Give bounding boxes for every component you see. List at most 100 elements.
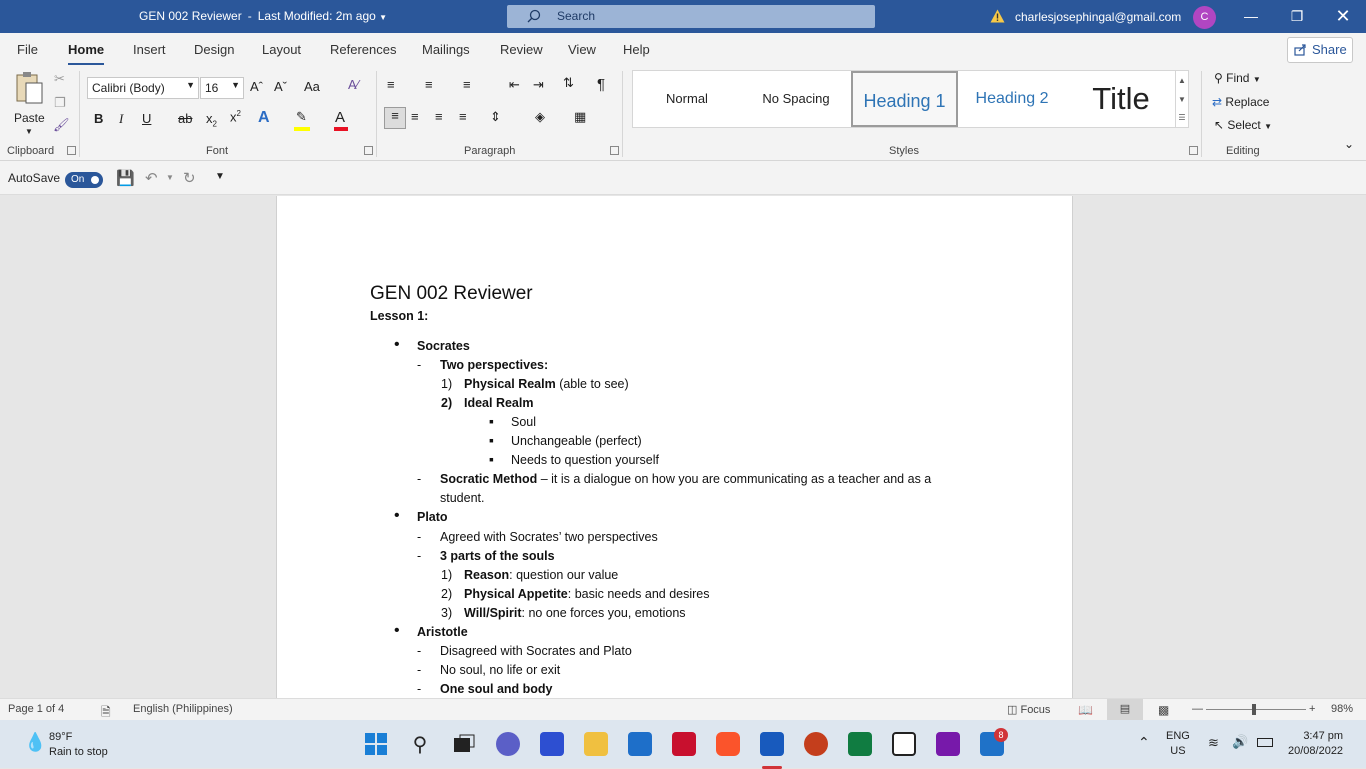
list-item[interactable]: Agreed with Socrates’ two perspectives <box>440 530 658 544</box>
chevron-up-icon[interactable]: ▲ <box>1176 71 1188 90</box>
zoom-in-icon[interactable]: + <box>1309 703 1315 715</box>
bold-button[interactable]: B <box>94 111 103 126</box>
tab-help[interactable]: Help <box>623 42 650 57</box>
copy-icon[interactable]: ❐ <box>54 95 66 111</box>
list-item[interactable]: Soul <box>511 415 536 429</box>
notion-icon[interactable] <box>892 732 916 756</box>
antivirus-icon[interactable] <box>672 732 696 756</box>
word-icon[interactable] <box>760 732 784 769</box>
store-icon[interactable] <box>628 732 652 756</box>
clear-formatting-icon[interactable]: A⁄ <box>348 77 359 92</box>
tab-home[interactable]: Home <box>68 42 105 66</box>
numbering-icon[interactable]: ≡ <box>425 77 433 92</box>
list-item[interactable]: Socrates <box>417 339 470 353</box>
powerpoint-icon[interactable] <box>804 732 828 756</box>
tab-insert[interactable]: Insert <box>133 42 166 57</box>
list-item[interactable]: Reason: question our value <box>464 568 618 582</box>
increase-indent-icon[interactable]: ⇥ <box>533 77 544 93</box>
styles-scroll[interactable]: ▲ ▼ ☰ <box>1175 70 1189 128</box>
redo-icon[interactable]: ↻ <box>183 169 196 187</box>
list-item[interactable]: Plato <box>417 510 448 524</box>
shading-icon[interactable]: ◈ <box>535 109 545 125</box>
search-icon[interactable]: ⚲ <box>408 732 432 756</box>
battery-icon[interactable] <box>1257 738 1273 747</box>
tab-review[interactable]: Review <box>500 42 543 57</box>
underline-button[interactable]: U <box>142 111 151 126</box>
list-item[interactable]: No soul, no life or exit <box>440 663 560 677</box>
decrease-indent-icon[interactable]: ⇤ <box>509 77 520 93</box>
save-icon[interactable]: 💾 <box>116 169 135 187</box>
multilevel-list-icon[interactable]: ≡ <box>463 77 471 92</box>
tab-references[interactable]: References <box>330 42 396 57</box>
superscript-button[interactable]: x2 <box>230 109 241 124</box>
align-left-icon[interactable]: ≡ <box>384 107 406 129</box>
chevron-down-icon[interactable]: ▼ <box>166 173 174 182</box>
autosave-toggle[interactable]: On <box>65 172 103 188</box>
paragraph-launcher-icon[interactable] <box>610 146 619 155</box>
font-launcher-icon[interactable] <box>364 146 373 155</box>
more-styles-icon[interactable]: ☰ <box>1176 109 1188 127</box>
list-item[interactable]: One soul and body <box>440 682 553 696</box>
avatar[interactable]: C <box>1193 6 1216 29</box>
chevron-up-icon[interactable]: ⌃ <box>1138 734 1150 751</box>
language[interactable]: English (Philippines) <box>133 703 233 715</box>
zoom-out-icon[interactable]: — <box>1192 703 1203 715</box>
list-item[interactable]: Two perspectives: <box>440 358 548 372</box>
bullets-icon[interactable]: ≡ <box>387 77 395 92</box>
list-item[interactable]: Ideal Realm <box>464 396 533 410</box>
paste-button[interactable]: Paste ▼ <box>10 71 50 137</box>
tab-view[interactable]: View <box>568 42 596 57</box>
tab-mailings[interactable]: Mailings <box>422 42 470 57</box>
print-layout-icon[interactable]: ▤ <box>1107 699 1143 720</box>
clipboard-launcher-icon[interactable] <box>67 146 76 155</box>
close-button[interactable]: ✕ <box>1320 0 1366 33</box>
excel-icon[interactable] <box>848 732 872 756</box>
task-view-icon[interactable] <box>452 732 476 756</box>
volume-icon[interactable]: 🔊 <box>1232 734 1248 750</box>
shrink-font-button[interactable]: Aˇ <box>274 79 287 94</box>
pilcrow-icon[interactable]: ¶ <box>597 76 605 93</box>
font-family-select[interactable]: Calibri (Body) ▼ <box>87 77 199 99</box>
collapse-ribbon-icon[interactable]: ⌄ <box>1344 137 1354 151</box>
style-heading-1[interactable]: Heading 1 <box>851 71 958 127</box>
lesson-label[interactable]: Lesson 1: <box>370 309 428 323</box>
cut-icon[interactable]: ✂ <box>54 71 65 87</box>
list-item[interactable]: Aristotle <box>417 625 468 639</box>
wifi-icon[interactable]: ≋ <box>1208 735 1219 751</box>
find-button[interactable]: ⚲ Find ▼ <box>1214 71 1261 85</box>
style-no-spacing[interactable]: No Spacing <box>741 71 851 127</box>
tab-design[interactable]: Design <box>194 42 234 57</box>
weather-widget[interactable]: 89°F Rain to stop <box>49 730 108 760</box>
chevron-down-icon[interactable]: ▼ <box>1176 90 1188 109</box>
replace-button[interactable]: ⇄ Replace <box>1212 95 1269 109</box>
font-size-select[interactable]: 16 ▼ <box>200 77 244 99</box>
borders-icon[interactable]: ▦ <box>574 109 586 125</box>
style-normal[interactable]: Normal <box>633 71 741 127</box>
brave-browser-icon[interactable] <box>716 732 740 756</box>
clock[interactable]: 3:47 pm 20/08/2022 <box>1288 729 1343 759</box>
document-heading[interactable]: GEN 002 Reviewer <box>370 283 533 305</box>
align-right-icon[interactable]: ≡ <box>435 109 443 124</box>
select-button[interactable]: ↖ Select ▼ <box>1214 118 1272 132</box>
tab-file[interactable]: File <box>17 42 38 57</box>
justify-icon[interactable]: ≡ <box>459 109 467 124</box>
app-icon[interactable] <box>540 732 564 756</box>
strikethrough-button[interactable]: ab <box>178 111 192 126</box>
list-item[interactable]: Physical Realm (able to see) <box>464 377 629 391</box>
italic-button[interactable]: I <box>119 111 123 127</box>
page-count[interactable]: Page 1 of 4 <box>8 703 64 715</box>
list-item[interactable]: Disagreed with Socrates and Plato <box>440 644 632 658</box>
sort-icon[interactable]: ⇅ <box>563 75 574 91</box>
change-case-button[interactable]: Aa <box>304 79 320 94</box>
list-item[interactable]: Unchangeable (perfect) <box>511 434 642 448</box>
customize-qat-icon[interactable]: ▼ <box>215 171 225 182</box>
grow-font-button[interactable]: Aˆ <box>250 79 263 94</box>
list-item[interactable]: Physical Appetite: basic needs and desir… <box>464 587 710 601</box>
zoom-thumb[interactable] <box>1252 704 1256 715</box>
focus-button[interactable]: ◫ Focus <box>1007 703 1050 716</box>
text-effects-icon[interactable]: A <box>258 109 270 127</box>
minimize-button[interactable]: — <box>1228 0 1274 33</box>
onenote-icon[interactable] <box>936 732 960 756</box>
undo-icon[interactable]: ↶ <box>145 169 158 187</box>
web-layout-icon[interactable]: ▩ <box>1158 703 1169 717</box>
